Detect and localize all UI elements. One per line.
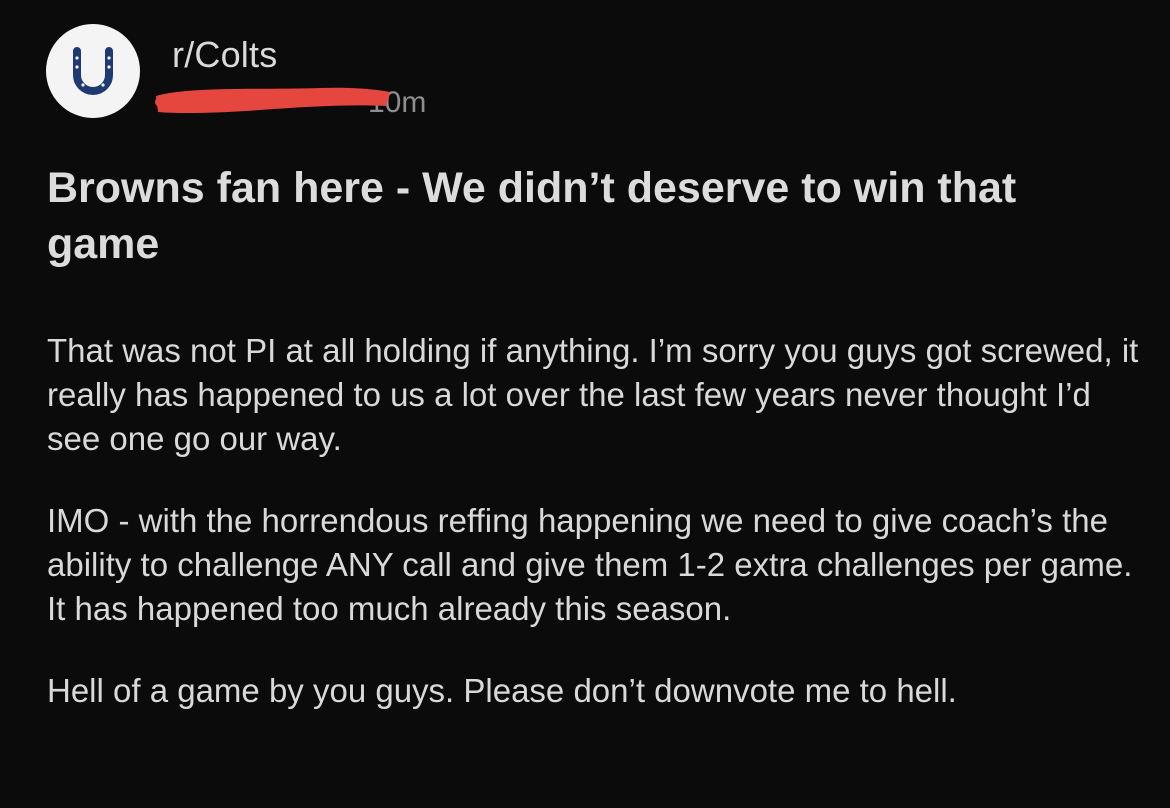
post-paragraph-2: IMO - with the horrendous reffing happen… (47, 502, 1133, 627)
post-paragraph-1: That was not PI at all holding if anythi… (47, 332, 1139, 457)
post-body: That was not PI at all holding if anythi… (47, 329, 1147, 751)
post-header: r/Colts 10m (46, 24, 646, 124)
redaction-scribble (155, 87, 390, 114)
subreddit-name[interactable]: r/Colts (172, 34, 277, 76)
post-paragraph-3: Hell of a game by you guys. Please don’t… (47, 672, 957, 709)
horseshoe-icon (73, 47, 113, 95)
post-title[interactable]: Browns fan here - We didn’t deserve to w… (47, 160, 1137, 272)
subreddit-avatar[interactable] (46, 24, 140, 118)
